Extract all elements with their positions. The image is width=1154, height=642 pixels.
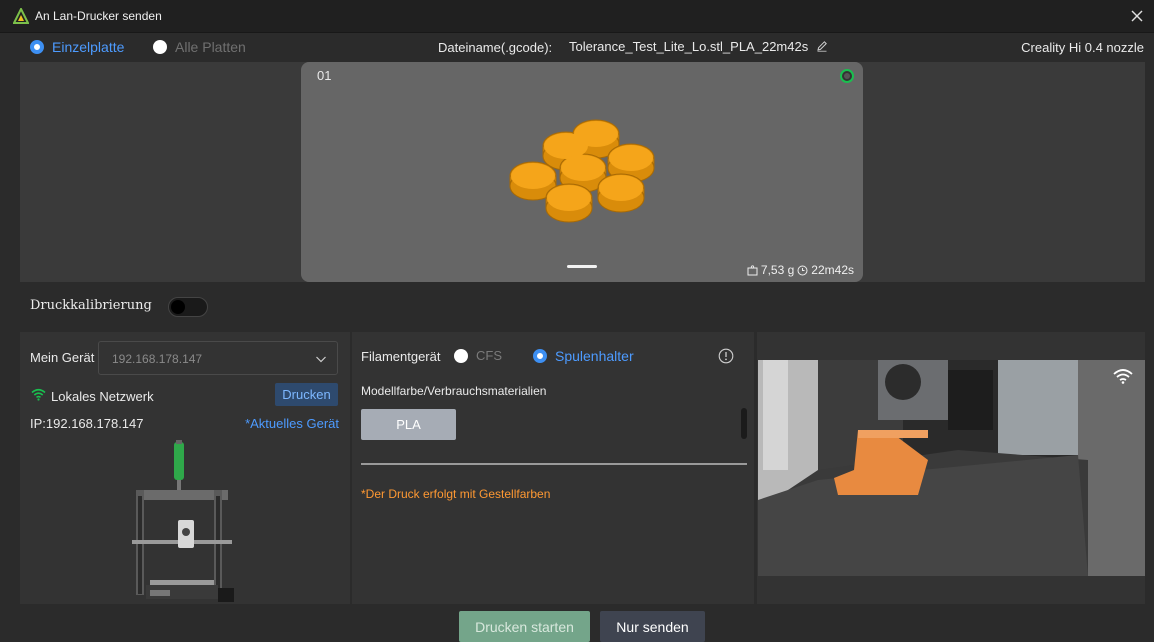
current-device-link[interactable]: *Aktuelles Gerät — [245, 416, 339, 431]
radio-selected-icon — [533, 349, 547, 363]
spool-holder-label: Spulenhalter — [555, 348, 634, 364]
camera-feed-image — [758, 360, 1145, 576]
camera-wifi-icon — [1113, 369, 1133, 384]
frame-color-note: *Der Druck erfolgt mit Gestellfarben — [361, 487, 551, 501]
creality-logo-icon — [13, 8, 29, 24]
my-device-label: Mein Gerät — [30, 350, 95, 365]
chevron-down-icon — [316, 356, 326, 363]
scrollbar[interactable] — [741, 408, 747, 439]
wifi-icon — [31, 388, 46, 401]
filename-value: Tolerance_Test_Lite_Lo.stl_PLA_22m42s — [569, 39, 809, 54]
calibration-label: Druckkalibrierung — [30, 298, 152, 313]
device-select-value: 192.168.178.147 — [112, 352, 203, 366]
radio-unselected-icon — [153, 40, 167, 54]
plate-stats: 7,53 g 22m42s — [747, 263, 854, 277]
radio-spool-holder[interactable]: Spulenhalter — [533, 348, 634, 364]
model-color-label: Modellfarbe/Verbrauchsmaterialien — [361, 384, 547, 398]
plate-thumbnail[interactable]: 01 7,53 g 22m42s — [301, 62, 863, 282]
printer-image — [132, 440, 234, 602]
filament-panel: Filamentgerät CFS Spulenhalter Modellfar… — [352, 332, 754, 604]
footer: Drucken starten Nur senden — [0, 606, 1154, 642]
send-only-button[interactable]: Nur senden — [600, 611, 705, 642]
all-plates-label: Alle Platten — [175, 39, 246, 55]
radio-single-plate[interactable]: Einzelplatte — [30, 39, 124, 55]
radio-cfs[interactable]: CFS — [454, 348, 502, 363]
model-preview-image — [509, 119, 655, 223]
material-pla-button[interactable]: PLA — [361, 409, 456, 440]
print-button[interactable]: Drucken — [275, 383, 338, 406]
pencil-edit-icon[interactable] — [816, 40, 828, 52]
window-title: An Lan-Drucker senden — [35, 9, 162, 23]
clock-icon — [797, 265, 808, 275]
plate-weight: 7,53 g — [760, 263, 795, 277]
device-select[interactable]: 192.168.178.147 — [98, 341, 338, 375]
plate-selected-icon — [840, 69, 854, 83]
close-icon[interactable] — [1129, 8, 1145, 24]
info-icon[interactable] — [718, 348, 734, 364]
single-plate-label: Einzelplatte — [52, 39, 125, 55]
printer-profile: Creality Hi 0.4 nozzle — [1021, 40, 1144, 55]
divider — [361, 463, 747, 465]
filename-label: Dateiname(.gcode): — [438, 40, 553, 55]
network-label: Lokales Netzwerk — [51, 389, 154, 404]
toggle-knob — [171, 300, 185, 314]
device-panel: Mein Gerät 192.168.178.147 Lokales Netzw… — [20, 332, 350, 604]
options-row: Einzelplatte Alle Platten Dateiname(.gco… — [0, 33, 1154, 61]
cfs-label: CFS — [476, 348, 502, 363]
calibration-toggle[interactable] — [168, 297, 208, 317]
radio-all-plates[interactable]: Alle Platten — [153, 39, 246, 55]
weight-icon — [747, 264, 758, 275]
device-ip: IP:192.168.178.147 — [30, 416, 144, 431]
plate-number: 01 — [317, 68, 332, 83]
plate-time: 22m42s — [811, 263, 854, 277]
filament-device-label: Filamentgerät — [361, 349, 441, 364]
radio-unselected-icon — [454, 348, 468, 363]
plate-indicator — [567, 265, 597, 268]
start-print-button[interactable]: Drucken starten — [459, 611, 590, 642]
camera-panel — [757, 332, 1145, 604]
title-bar: An Lan-Drucker senden — [0, 0, 1154, 33]
radio-selected-icon — [30, 40, 44, 54]
